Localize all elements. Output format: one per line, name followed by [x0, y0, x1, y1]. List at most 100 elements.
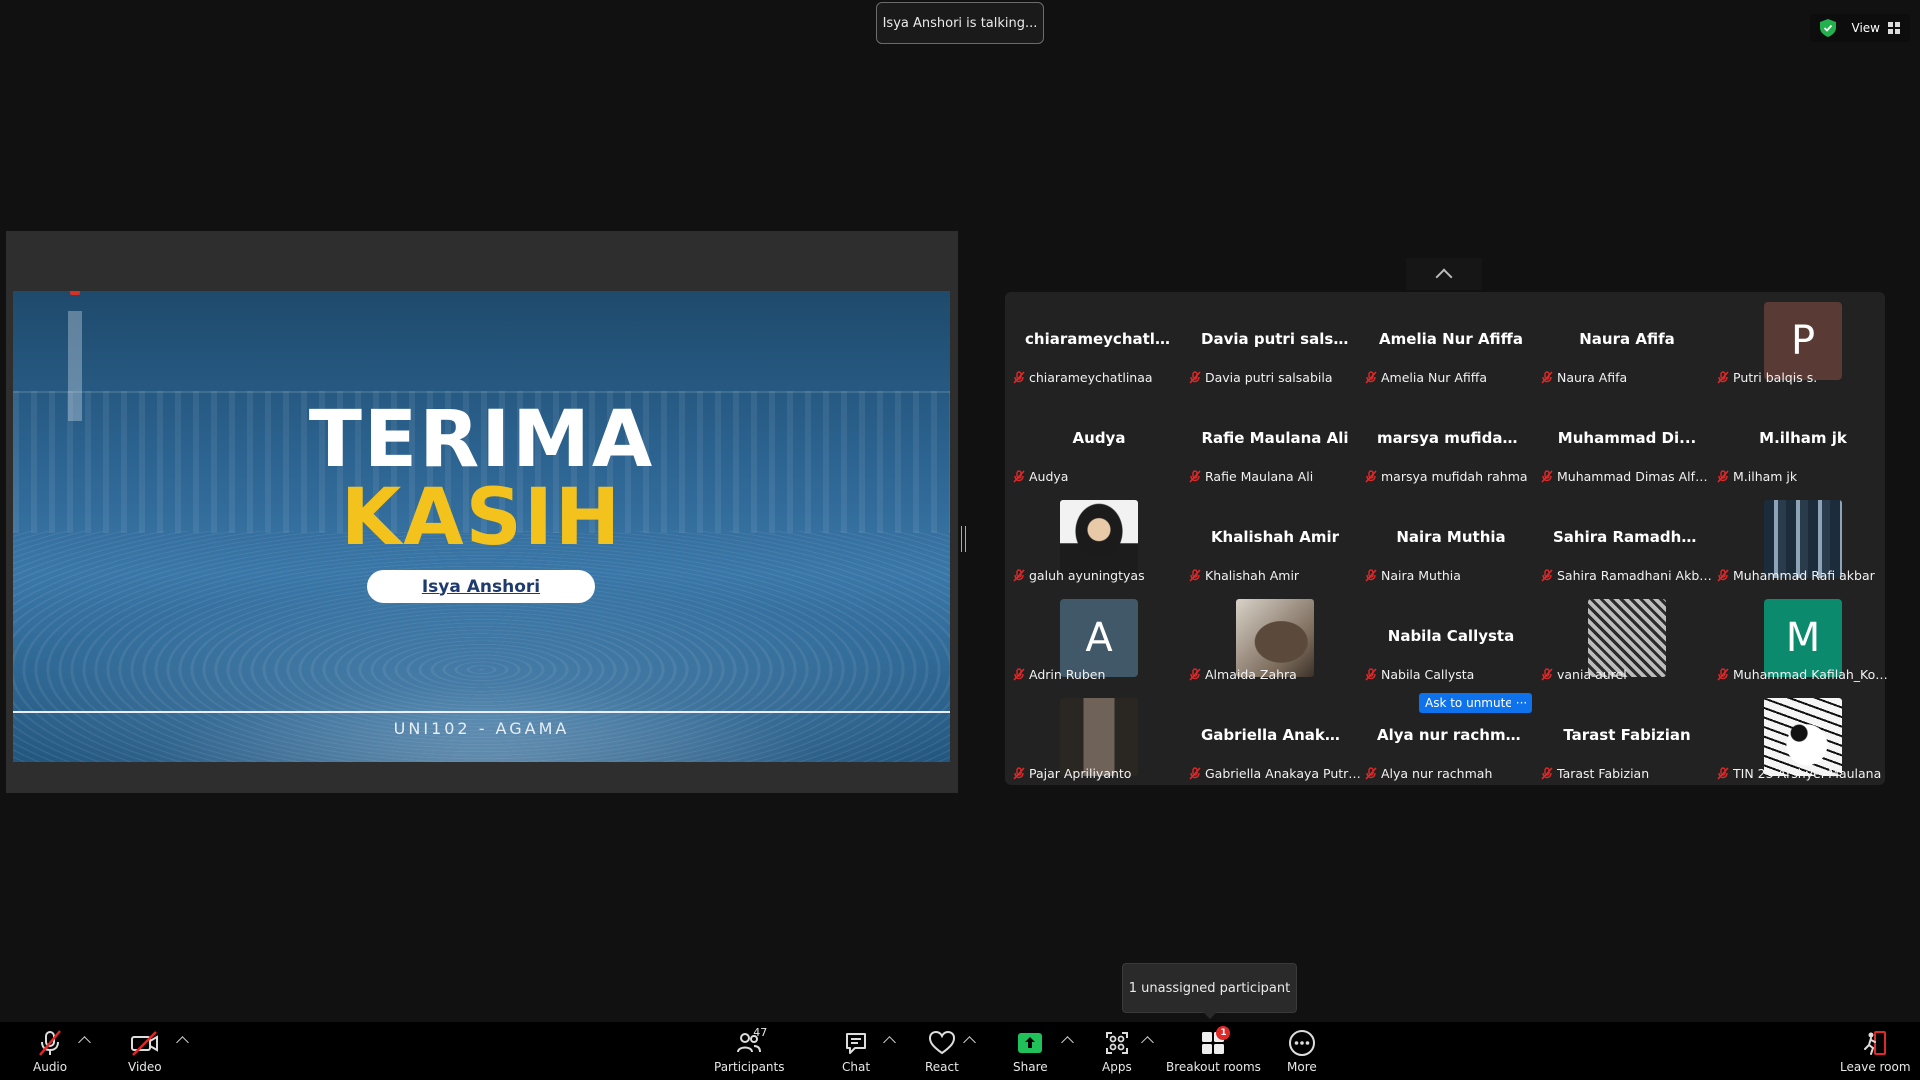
share-button[interactable]: Share	[1013, 1028, 1048, 1074]
view-grid-icon	[1888, 22, 1900, 34]
participant-name: Gabriella Anakaya Putri ...	[1205, 766, 1361, 781]
participant-display-name: Naira Muthia	[1396, 528, 1506, 546]
more-label: More	[1287, 1060, 1317, 1074]
participant-tile[interactable]: marsya mufidah... marsya mufidah rahma	[1363, 391, 1539, 490]
participants-button[interactable]: 47 Participants	[714, 1026, 785, 1074]
participant-name: Rafie Maulana Ali	[1205, 469, 1314, 484]
audio-options-caret[interactable]	[78, 1036, 91, 1049]
participant-name: Alya nur rachmah	[1381, 766, 1493, 781]
participant-name: vania aurel	[1557, 667, 1627, 682]
participant-avatar: A	[1060, 599, 1138, 677]
participant-tile[interactable]: Naira Muthia Naira Muthia	[1363, 490, 1539, 589]
participants-count: 47	[753, 1026, 768, 1039]
participant-display-name: Audya	[1072, 429, 1126, 447]
meeting-toolbar: Audio Video 47 Participants Chat React S…	[0, 1022, 1920, 1080]
participant-photo	[1236, 599, 1314, 677]
breakout-rooms-label: Breakout rooms	[1166, 1060, 1261, 1074]
chat-label: Chat	[842, 1060, 871, 1074]
participant-tile[interactable]: Nabila Callysta Nabila Callysta	[1363, 589, 1539, 688]
participant-tile[interactable]: P Putri balqis s.	[1715, 292, 1891, 391]
participant-tile[interactable]: vania aurel	[1539, 589, 1715, 688]
participant-display-name: Naura Afifa	[1579, 330, 1675, 348]
participant-tile[interactable]: Almaida Zahra	[1187, 589, 1363, 688]
video-options-caret[interactable]	[176, 1036, 189, 1049]
chat-button[interactable]: Chat	[842, 1028, 870, 1074]
slide-presenter-name: Isya Anshori	[367, 570, 595, 603]
participant-display-name: Amelia Nur Afiffa	[1379, 330, 1523, 348]
mic-muted-icon	[1013, 569, 1025, 582]
participant-more-button[interactable]: ···	[1511, 693, 1532, 713]
participant-tile[interactable]: galuh ayuningtyas	[1011, 490, 1187, 589]
leave-door-icon	[1864, 1031, 1887, 1055]
participant-tile[interactable]: Audya Audya	[1011, 391, 1187, 490]
participant-name-tag: Naira Muthia	[1365, 568, 1461, 583]
participant-name-tag: Putri balqis s.	[1717, 370, 1817, 385]
collapse-gallery-button[interactable]	[1406, 258, 1482, 290]
participant-name: Audya	[1029, 469, 1069, 484]
participant-display-name: marsya mufidah...	[1377, 429, 1531, 447]
participant-avatar: M	[1764, 599, 1842, 677]
apps-button[interactable]: Apps	[1102, 1028, 1132, 1074]
participant-tile[interactable]: chiarameychatli... chiarameychatlinaa	[1011, 292, 1187, 391]
chat-options-caret[interactable]	[883, 1036, 896, 1049]
participant-name-tag: TIN 23 Arshyel Maulana	[1717, 766, 1881, 781]
laser-pointer-mark	[70, 291, 80, 295]
participant-display-name: Alya nur rachmah	[1377, 726, 1527, 744]
participant-tile[interactable]: M.ilham jk M.ilham jk	[1715, 391, 1891, 490]
slide-title-line1: TERIMA	[308, 395, 655, 485]
react-button[interactable]: React	[925, 1028, 959, 1074]
participant-display-name: Khalishah Amir	[1210, 528, 1340, 546]
participant-name-tag: vania aurel	[1541, 667, 1627, 682]
participant-tile[interactable]: Muhammad Di... Muhammad Dimas Alfar...	[1539, 391, 1715, 490]
mic-muted-icon	[1541, 767, 1553, 780]
participant-tile[interactable]: Gabriella Anaka... Gabriella Anakaya Putr…	[1187, 688, 1363, 787]
participant-photo	[1060, 500, 1138, 578]
participant-tile[interactable]: Muhammad Rafi akbar	[1715, 490, 1891, 589]
leave-room-button[interactable]: Leave room	[1840, 1028, 1911, 1074]
leave-room-label: Leave room	[1840, 1060, 1911, 1074]
participant-name-tag: marsya mufidah rahma	[1365, 469, 1528, 484]
mic-muted-icon	[1013, 371, 1025, 384]
more-button[interactable]: More	[1287, 1028, 1317, 1074]
participant-name-tag: Khalishah Amir	[1189, 568, 1299, 583]
participant-tile[interactable]: Amelia Nur Afiffa Amelia Nur Afiffa	[1363, 292, 1539, 391]
video-button[interactable]: Video	[128, 1028, 162, 1074]
view-button[interactable]: View	[1810, 14, 1910, 42]
participant-tile[interactable]: Pajar Apriliyanto	[1011, 688, 1187, 787]
security-shield-icon	[1820, 19, 1836, 37]
participant-tile[interactable]: Rafie Maulana Ali Rafie Maulana Ali	[1187, 391, 1363, 490]
audio-button[interactable]: Audio	[33, 1028, 67, 1074]
participant-tile[interactable]: Sahira Ramadha... Sahira Ramadhani Akbari	[1539, 490, 1715, 589]
ask-to-unmute-button[interactable]: Ask to unmute	[1419, 693, 1519, 713]
participant-tile[interactable]: Khalishah Amir Khalishah Amir	[1187, 490, 1363, 589]
participant-tile[interactable]: M Muhammad Kafilah_Kot...	[1715, 589, 1891, 688]
participant-tile[interactable]: Davia putri sals... Davia putri salsabila	[1187, 292, 1363, 391]
participant-tile[interactable]: TIN 23 Arshyel Maulana	[1715, 688, 1891, 787]
participant-display-name: Davia putri sals...	[1201, 330, 1351, 348]
participant-name: Adrin Ruben	[1029, 667, 1106, 682]
participant-tile[interactable]: A Adrin Ruben	[1011, 589, 1187, 688]
slide-course-code: UNI102 - AGAMA	[393, 719, 570, 738]
share-options-caret[interactable]	[1061, 1036, 1074, 1049]
participant-avatar: P	[1764, 302, 1842, 380]
participant-tile[interactable]: Tarast Fabizian Tarast Fabizian	[1539, 688, 1715, 787]
mic-muted-icon	[1013, 767, 1025, 780]
share-label: Share	[1013, 1060, 1048, 1074]
chat-bubble-icon	[846, 1033, 867, 1054]
mic-muted-icon	[1717, 767, 1729, 780]
participant-display-name: Gabriella Anaka...	[1201, 726, 1353, 744]
react-label: React	[925, 1060, 959, 1074]
react-options-caret[interactable]	[963, 1036, 976, 1049]
breakout-rooms-button[interactable]: 1 Breakout rooms	[1166, 1026, 1261, 1074]
participant-tile[interactable]: Naura Afifa Naura Afifa	[1539, 292, 1715, 391]
participant-name: Davia putri salsabila	[1205, 370, 1333, 385]
mic-muted-icon	[1013, 668, 1025, 681]
split-view-handle[interactable]	[961, 526, 966, 552]
mic-muted-icon	[1013, 470, 1025, 483]
apps-options-caret[interactable]	[1141, 1036, 1154, 1049]
participant-name: Muhammad Rafi akbar	[1733, 568, 1875, 583]
participant-name: Putri balqis s.	[1733, 370, 1818, 385]
participant-photo	[1764, 500, 1842, 578]
talking-indicator: Isya Anshori is talking...	[876, 2, 1044, 44]
mic-muted-icon	[1541, 569, 1553, 582]
